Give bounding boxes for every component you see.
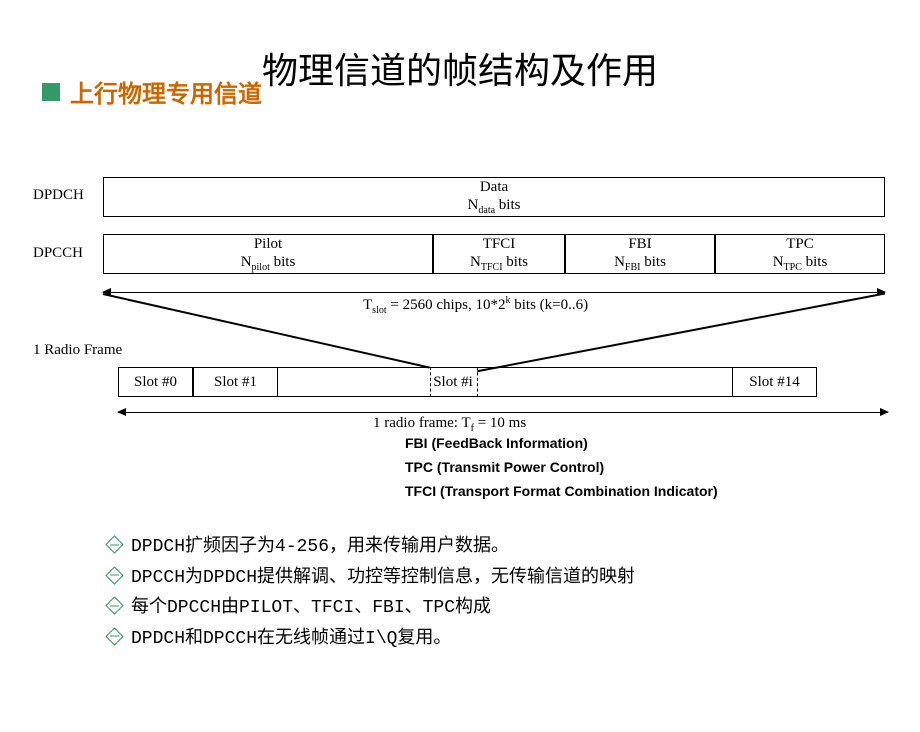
tfci-bits: NTFCI bits xyxy=(470,253,528,274)
tslot-label: Tslot = 2560 chips, 10*2k bits (k=0..6) xyxy=(363,295,588,316)
slot-14-label: Slot #14 xyxy=(749,373,799,391)
slot-0-box: Slot #0 xyxy=(118,367,193,397)
note-item: DPDCH和DPCCH在无线帧通过I\Q复用。 xyxy=(108,624,635,655)
legend-fbi: FBI (FeedBack Information) xyxy=(405,432,718,456)
tpc-bits: NTPC bits xyxy=(773,253,828,274)
diamond-bullet-icon xyxy=(108,569,121,582)
notes-list: DPDCH扩频因子为4-256，用来传输用户数据。 DPCCH为DPDCH提供解… xyxy=(108,532,635,654)
acronym-legend: FBI (FeedBack Information) TPC (Transmit… xyxy=(405,432,718,503)
slot-i-left-edge xyxy=(430,367,431,397)
slot-i-label: Slot #i xyxy=(433,373,473,391)
note-text: DPDCH和DPCCH在无线帧通过I\Q复用。 xyxy=(131,624,451,655)
pilot-title: Pilot xyxy=(254,235,282,253)
dpcch-fbi-box: FBI NFBI bits xyxy=(565,234,715,274)
legend-tfci: TFCI (Transport Format Combination Indic… xyxy=(405,480,718,504)
pilot-bits: Npilot bits xyxy=(241,253,296,274)
dpcch-tfci-box: TFCI NTFCI bits xyxy=(433,234,565,274)
dpcch-pilot-box: Pilot Npilot bits xyxy=(103,234,433,274)
radio-frame-arrow xyxy=(118,412,888,413)
note-text: DPDCH扩频因子为4-256，用来传输用户数据。 xyxy=(131,532,509,563)
slot-i-box: Slot #i xyxy=(429,367,477,397)
slot-14-box: Slot #14 xyxy=(732,367,817,397)
note-item: 每个DPCCH由PILOT、TFCI、FBI、TPC构成 xyxy=(108,593,635,624)
tpc-title: TPC xyxy=(786,235,814,253)
slot-1-label: Slot #1 xyxy=(214,373,257,391)
fbi-title: FBI xyxy=(628,235,651,253)
dpdch-box: Data Ndata bits xyxy=(103,177,885,217)
dpcch-tpc-box: TPC NTPC bits xyxy=(715,234,885,274)
note-text: 每个DPCCH由PILOT、TFCI、FBI、TPC构成 xyxy=(131,593,491,624)
slot-0-label: Slot #0 xyxy=(134,373,177,391)
slot-gap-left xyxy=(278,367,429,397)
subtitle-text: 上行物理专用信道 xyxy=(70,74,262,109)
slot-gap-right xyxy=(477,367,732,397)
diamond-bullet-icon xyxy=(108,599,121,612)
radio-frame-label: 1 Radio Frame xyxy=(33,342,122,359)
legend-tpc: TPC (Transmit Power Control) xyxy=(405,456,718,480)
fbi-bits: NFBI bits xyxy=(614,253,666,274)
note-item: DPDCH扩频因子为4-256，用来传输用户数据。 xyxy=(108,532,635,563)
tfci-title: TFCI xyxy=(483,235,516,253)
dpdch-data-label: Data xyxy=(480,178,508,196)
dpdch-bits-label: Ndata bits xyxy=(468,196,521,217)
dpcch-label: DPCCH xyxy=(33,245,83,262)
bullet-square-icon xyxy=(42,83,60,101)
note-text: DPCCH为DPDCH提供解调、功控等控制信息，无传输信道的映射 xyxy=(131,563,635,594)
diamond-bullet-icon xyxy=(108,630,121,643)
diamond-bullet-icon xyxy=(108,538,121,551)
tslot-arrow xyxy=(103,292,885,293)
slot-1-box: Slot #1 xyxy=(193,367,278,397)
note-item: DPCCH为DPDCH提供解调、功控等控制信息，无传输信道的映射 xyxy=(108,563,635,594)
dpdch-label: DPDCH xyxy=(33,187,84,204)
